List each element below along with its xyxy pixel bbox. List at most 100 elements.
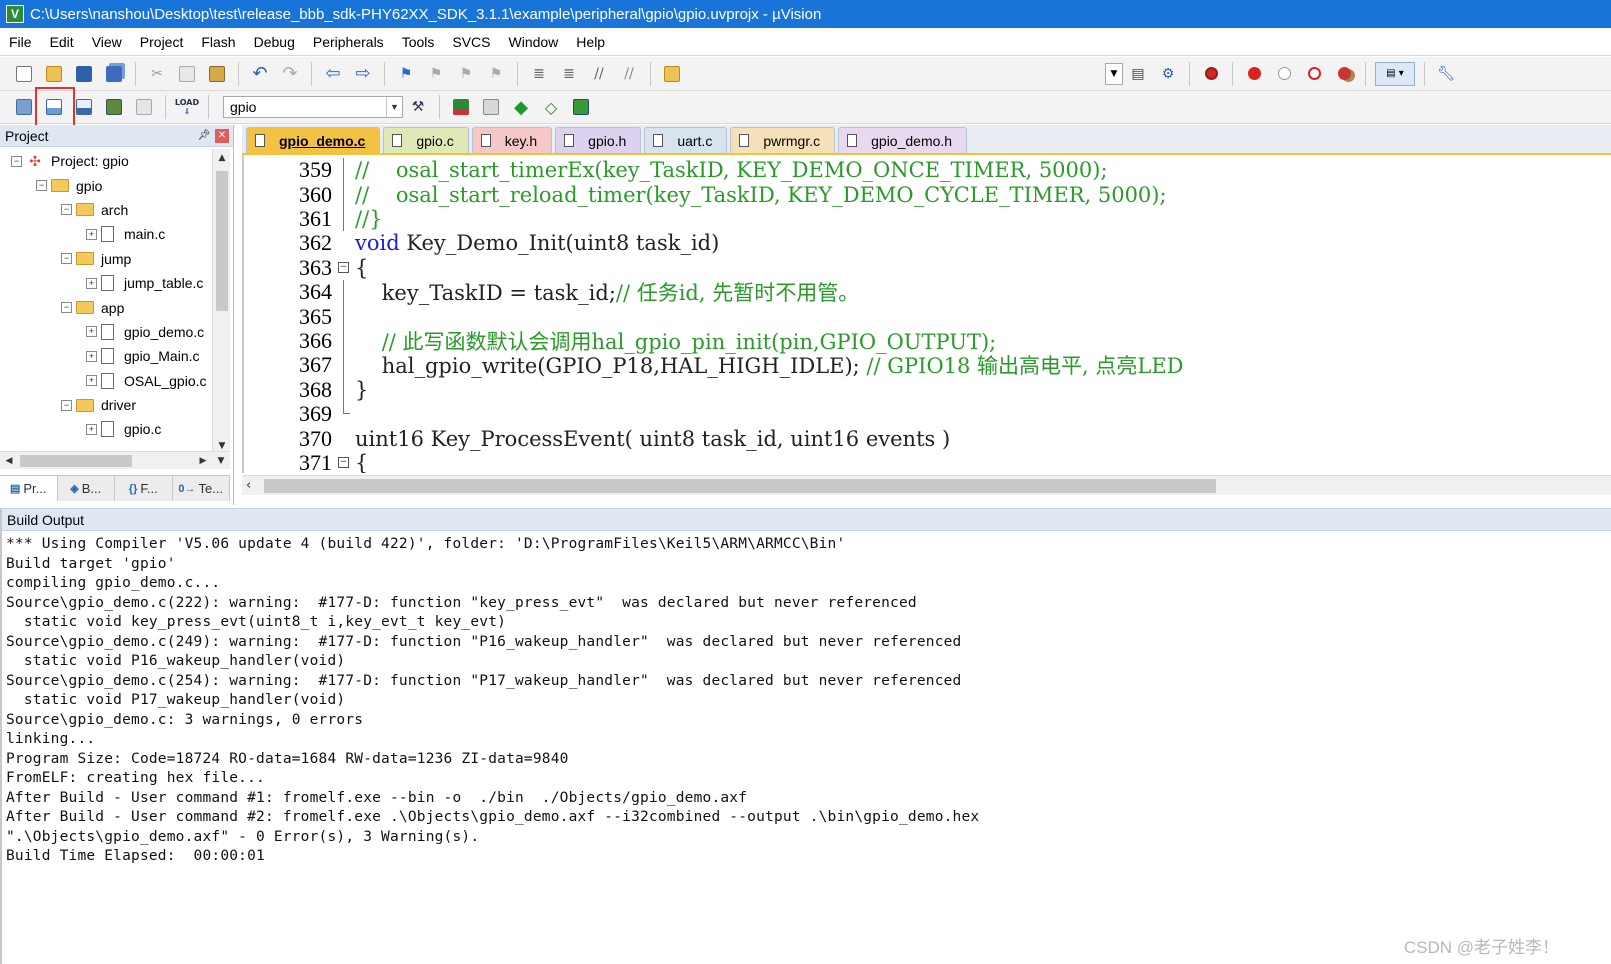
editor-tab[interactable]: gpio.c [383, 127, 469, 153]
editor-tab[interactable]: key.h [471, 127, 553, 153]
build-output-text[interactable]: *** Using Compiler 'V5.06 update 4 (buil… [6, 535, 1606, 867]
editor-tab[interactable]: pwrmgr.c [730, 127, 836, 153]
navigate-back-icon[interactable]: ⇦ [321, 62, 345, 86]
editor-tab[interactable]: gpio_demo.h [838, 127, 968, 153]
paste-icon[interactable] [205, 62, 229, 86]
collapse-icon[interactable]: − [61, 302, 72, 314]
fold-toggle-icon[interactable]: − [338, 451, 352, 473]
configure-icon[interactable]: 🔧︎ [1434, 62, 1458, 86]
code-line[interactable]: 370 uint16 Key_ProcessEvent( uint8 task_i… [244, 426, 1611, 451]
editor-horizontal-scrollbar[interactable]: ‹ [242, 475, 1611, 495]
tree-file-item[interactable]: + main.c [0, 222, 212, 246]
tree-folder-item[interactable]: − driver [0, 393, 212, 417]
menu-tools[interactable]: Tools [393, 28, 444, 56]
scroll-up-icon[interactable]: ▲ [213, 149, 231, 167]
collapse-icon[interactable]: − [61, 399, 72, 411]
kill-breakpoints-icon[interactable] [1332, 62, 1356, 86]
tree-folder-item[interactable]: − jump [0, 247, 212, 271]
close-icon[interactable]: ✕ [215, 128, 229, 143]
code-line[interactable]: 369 [244, 401, 1611, 426]
unindent-icon[interactable]: ≣ [557, 62, 581, 86]
tree-file-item[interactable]: + gpio_demo.c [0, 320, 212, 344]
tree-folder-item[interactable]: − arch [0, 198, 212, 222]
rebuild-icon[interactable] [72, 95, 96, 119]
file-extensions-icon[interactable] [449, 95, 473, 119]
tree-folder-item[interactable]: − gpio [0, 173, 212, 197]
uncomment-icon[interactable]: // [617, 62, 641, 86]
incremental-find-icon[interactable]: ⚙ [1156, 62, 1180, 86]
code-line[interactable]: 368} [244, 377, 1611, 402]
menu-help[interactable]: Help [567, 28, 614, 56]
menu-project[interactable]: Project [131, 28, 193, 56]
cut-icon[interactable]: ✂ [145, 62, 169, 86]
comment-icon[interactable]: // [587, 62, 611, 86]
scrollbar-thumb[interactable] [264, 479, 1216, 493]
undo-icon[interactable]: ↶ [248, 62, 272, 86]
collapse-icon[interactable]: − [36, 180, 47, 192]
scroll-left-icon[interactable]: ◀ [0, 452, 18, 470]
disable-breakpoints-icon[interactable] [1302, 62, 1326, 86]
window-layout-icon[interactable]: ▤ ▾ [1375, 61, 1415, 86]
multi-project-icon[interactable] [569, 95, 593, 119]
code-line[interactable]: 362 void Key_Demo_Init(uint8 task_id) [244, 230, 1611, 255]
find-icon[interactable]: ▤ [1126, 62, 1150, 86]
tree-file-item[interactable]: + OSAL_gpio.c [0, 369, 212, 393]
tree-file-item[interactable]: + jump_table.c [0, 271, 212, 295]
tree-horizontal-scrollbar[interactable]: ◀ ▶ ▼ [0, 451, 230, 469]
tree-vertical-scrollbar[interactable]: ▲ ▼ [212, 149, 230, 455]
menu-flash[interactable]: Flash [192, 28, 244, 56]
fold-toggle-icon[interactable]: − [338, 256, 352, 280]
download-load-icon[interactable]: LOAD ⇓ [175, 95, 199, 119]
panel-tab-functions[interactable]: {} F... [115, 476, 173, 501]
tree-file-item[interactable]: + gpio_Main.c [0, 344, 212, 368]
panel-tab-books[interactable]: ◈ B... [58, 476, 115, 501]
code-area[interactable]: 359 // osal_start_timerEx(key_TaskID, KEY… [242, 155, 1611, 473]
code-line[interactable]: 367 hal_gpio_write(GPIO_P18,HAL_HIGH_IDL… [244, 352, 1611, 378]
editor-tab[interactable]: uart.c [644, 127, 728, 153]
menu-debug[interactable]: Debug [245, 28, 304, 56]
scroll-right-icon[interactable]: ▶ [194, 452, 212, 470]
bookmark-icon[interactable]: ⚑ [394, 62, 418, 86]
next-bookmark-icon[interactable]: ⚑ [454, 62, 478, 86]
editor-tab[interactable]: gpio.h [555, 127, 642, 153]
new-file-icon[interactable] [12, 62, 36, 86]
clear-bookmarks-icon[interactable]: ⚑ [484, 62, 508, 86]
code-line[interactable]: 360 // osal_start_reload_timer(key_TaskID… [244, 182, 1611, 207]
open-file-icon[interactable] [42, 62, 66, 86]
save-all-icon[interactable] [102, 62, 126, 86]
redo-icon[interactable]: ↷ [278, 62, 302, 86]
scrollbar-thumb[interactable] [20, 455, 132, 467]
menu-peripherals[interactable]: Peripherals [304, 28, 393, 56]
collapse-icon[interactable]: − [61, 253, 72, 265]
tree-project-root[interactable]: − ✣ Project: gpio [0, 149, 212, 173]
editor-tab[interactable]: gpio_demo.c [246, 127, 381, 153]
menu-svcs[interactable]: SVCS [443, 28, 499, 56]
menu-view[interactable]: View [83, 28, 131, 56]
select-packs-icon[interactable]: ◇ [539, 95, 563, 119]
code-line[interactable]: 359 // osal_start_timerEx(key_TaskID, KEY… [244, 157, 1611, 183]
panel-tab-templates[interactable]: 0→ Te... [173, 476, 230, 501]
manage-components-icon[interactable] [479, 95, 503, 119]
navigate-forward-icon[interactable]: ⇨ [351, 62, 375, 86]
copy-icon[interactable] [175, 62, 199, 86]
collapse-icon[interactable]: − [11, 155, 22, 167]
scroll-left-icon[interactable]: ‹ [246, 478, 251, 493]
insert-breakpoint-icon[interactable] [1242, 62, 1266, 86]
save-icon[interactable] [72, 62, 96, 86]
panel-tab-project[interactable]: ▤ Pr... [0, 476, 58, 501]
tree-folder-item[interactable]: − app [0, 295, 212, 319]
collapse-icon[interactable]: − [61, 204, 72, 216]
expand-icon[interactable]: + [86, 326, 97, 338]
prev-bookmark-icon[interactable]: ⚑ [424, 62, 448, 86]
expand-icon[interactable]: + [86, 375, 97, 387]
pin-icon[interactable]: 📌︎ [197, 129, 211, 143]
expand-icon[interactable]: + [86, 277, 97, 289]
enable-breakpoint-icon[interactable] [1272, 62, 1296, 86]
chevron-down-icon[interactable]: ▼ [386, 97, 402, 117]
menu-file[interactable]: File [0, 28, 41, 56]
target-select[interactable]: gpio ▼ [223, 96, 403, 118]
tree-file-item[interactable]: + gpio.c [0, 417, 212, 441]
code-line[interactable]: 361 //} [244, 206, 1611, 232]
scrollbar-thumb[interactable] [216, 171, 228, 311]
target-options-icon[interactable]: ⚒ [406, 95, 430, 119]
